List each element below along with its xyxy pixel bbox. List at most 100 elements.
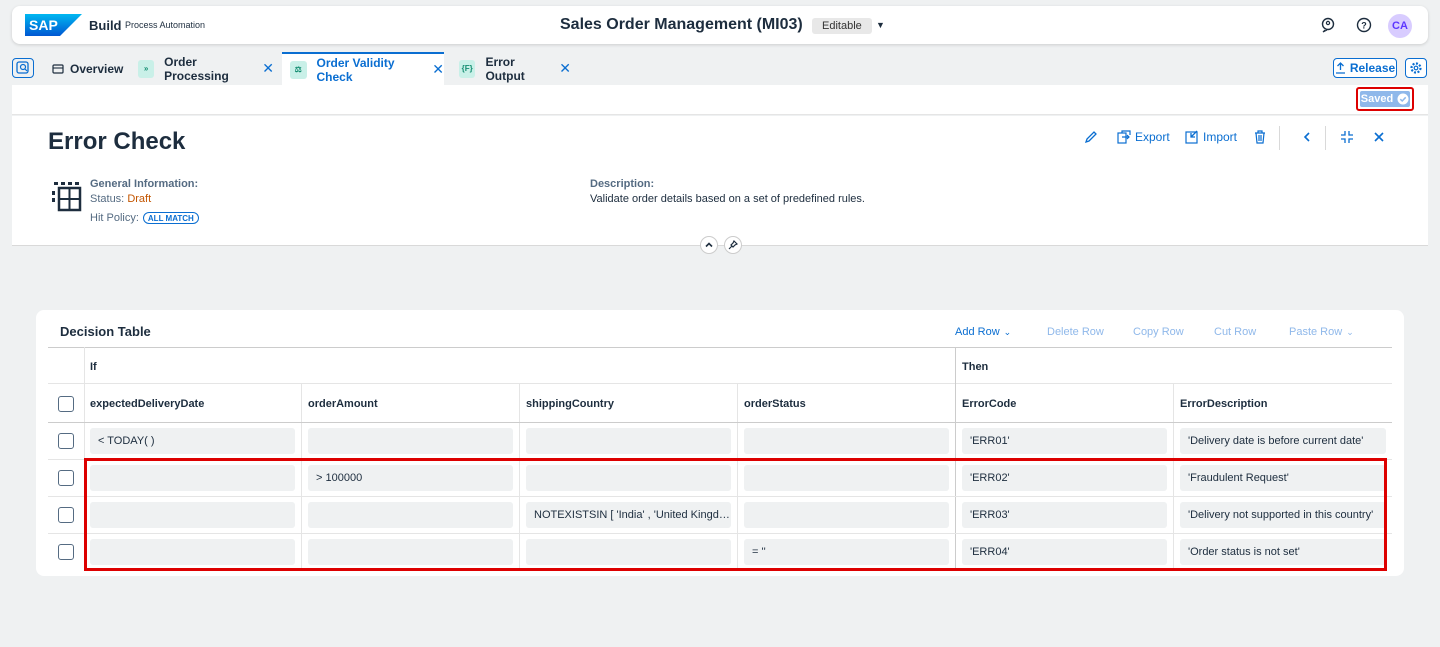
tab-error-output[interactable]: {F} Error Output ✕ [459, 52, 571, 85]
decision-table-icon [52, 182, 82, 212]
navigate-back-button[interactable] [1301, 130, 1313, 144]
tab-label: Error Output [485, 54, 525, 83]
chevron-left-icon [1303, 132, 1310, 142]
gear-icon [1410, 62, 1422, 74]
column-group-row: If Then [48, 347, 1392, 384]
column-header[interactable]: ErrorCode [962, 398, 1016, 410]
delete-button[interactable] [1253, 130, 1267, 144]
highlight-box [84, 458, 1387, 571]
tab-order-processing[interactable]: » Order Processing ✕ [138, 52, 274, 85]
help-icon[interactable]: ? [1356, 17, 1372, 33]
exit-fullscreen-button[interactable] [1340, 130, 1354, 144]
close-icon[interactable]: ✕ [262, 60, 274, 77]
row-checkbox[interactable] [58, 507, 74, 523]
sap-logo[interactable]: SAP [25, 14, 82, 36]
process-icon: » [138, 59, 155, 78]
general-info-label: General Information: [90, 178, 199, 190]
release-label: Release [1349, 61, 1396, 75]
column-header[interactable]: orderAmount [308, 398, 378, 410]
data-type-icon: {F} [459, 59, 476, 78]
svg-text:?: ? [1361, 21, 1367, 31]
close-icon [1374, 132, 1384, 142]
tab-label: Order Processing [164, 54, 229, 83]
close-icon[interactable]: ✕ [432, 61, 444, 78]
table-cell[interactable]: < TODAY( ) [90, 428, 295, 454]
status-label: Status: [90, 193, 125, 205]
chevron-down-icon: ⌄ [1003, 326, 1012, 337]
title-dropdown-caret-icon[interactable]: ▼ [876, 20, 885, 30]
shell-bar: SAP Build Process Automation Sales Order… [12, 6, 1428, 44]
tab-overview[interactable]: Overview [52, 52, 132, 85]
paste-row-button[interactable]: Paste Row ⌄ [1289, 326, 1354, 338]
export-button[interactable]: Export [1117, 130, 1170, 144]
collapse-header-button[interactable] [700, 236, 718, 254]
chevron-up-icon [705, 242, 713, 248]
page-title: Error Check [48, 128, 186, 155]
svg-text:SAP: SAP [29, 17, 58, 33]
export-icon [1117, 130, 1131, 144]
close-icon[interactable]: ✕ [559, 60, 571, 77]
copy-row-button[interactable]: Copy Row [1133, 326, 1184, 338]
exit-fullscreen-icon [1341, 131, 1353, 143]
table-cell[interactable] [526, 428, 731, 454]
card-title: Decision Table [60, 324, 151, 339]
search-icon [16, 61, 29, 74]
row-divider [48, 422, 1392, 423]
copy-row-label: Copy Row [1133, 326, 1184, 338]
pencil-icon [1084, 131, 1097, 144]
import-label: Import [1203, 130, 1238, 144]
brand-name: Build [89, 18, 122, 33]
status-field: Status: Draft [90, 193, 151, 205]
add-row-button[interactable]: Add Row ⌄ [955, 326, 1011, 338]
chevron-down-icon: ⌄ [1346, 326, 1354, 337]
cut-row-button[interactable]: Cut Row [1214, 326, 1256, 338]
toolbar-divider [1325, 126, 1326, 150]
user-avatar[interactable]: CA [1388, 14, 1412, 38]
cut-row-label: Cut Row [1214, 326, 1257, 338]
brand-subtitle: Process Automation [125, 20, 206, 30]
overview-icon [52, 63, 64, 74]
add-row-label: Add Row [955, 326, 1000, 338]
trash-icon [1255, 130, 1265, 144]
hit-policy-badge: ALL MATCH [142, 212, 199, 224]
tab-label: Overview [70, 61, 124, 76]
close-button[interactable] [1373, 130, 1385, 144]
then-group-label: Then [962, 361, 989, 373]
toolbar-divider [1279, 126, 1280, 150]
saved-indicator: Saved [1356, 87, 1414, 111]
if-group-label: If [90, 361, 97, 373]
pin-header-button[interactable] [724, 236, 742, 254]
hit-policy-label: Hit Policy: [90, 212, 139, 224]
tab-search-button[interactable] [12, 58, 34, 78]
tab-label: Order Validity Check [316, 55, 395, 84]
upload-icon [1335, 62, 1345, 74]
feedback-icon[interactable] [1320, 17, 1336, 33]
column-header[interactable]: expectedDeliveryDate [90, 398, 204, 410]
object-header: Error Check Export Import General Inform… [12, 116, 1428, 254]
table-cell[interactable]: 'Delivery date is before current date' [1180, 428, 1386, 454]
table-cell[interactable]: 'ERR01' [962, 428, 1167, 454]
status-value: Draft [127, 193, 152, 205]
tab-bar: Overview » Order Processing ✕ ⚖ Order Va… [0, 52, 1440, 85]
select-all-checkbox[interactable] [58, 396, 74, 412]
edit-button[interactable] [1084, 130, 1098, 144]
column-header[interactable]: shippingCountry [526, 398, 614, 410]
tab-order-validity-check[interactable]: ⚖ Order Validity Check ✕ [282, 52, 444, 85]
paste-row-label: Paste Row [1289, 326, 1343, 338]
import-button[interactable]: Import [1185, 130, 1237, 144]
row-checkbox[interactable] [58, 544, 74, 560]
table-cell[interactable] [744, 428, 949, 454]
delete-row-label: Delete Row [1047, 326, 1104, 338]
pin-icon [728, 240, 738, 250]
import-icon [1185, 130, 1198, 144]
column-header[interactable]: orderStatus [744, 398, 806, 410]
delete-row-button[interactable]: Delete Row [1047, 326, 1104, 338]
row-checkbox[interactable] [58, 470, 74, 486]
column-header[interactable]: ErrorDescription [1180, 398, 1267, 410]
status-strip: Saved [12, 85, 1428, 115]
row-checkbox[interactable] [58, 433, 74, 449]
settings-button[interactable] [1405, 58, 1427, 78]
export-label: Export [1135, 130, 1170, 144]
release-button[interactable]: Release [1333, 58, 1397, 78]
table-cell[interactable] [308, 428, 513, 454]
